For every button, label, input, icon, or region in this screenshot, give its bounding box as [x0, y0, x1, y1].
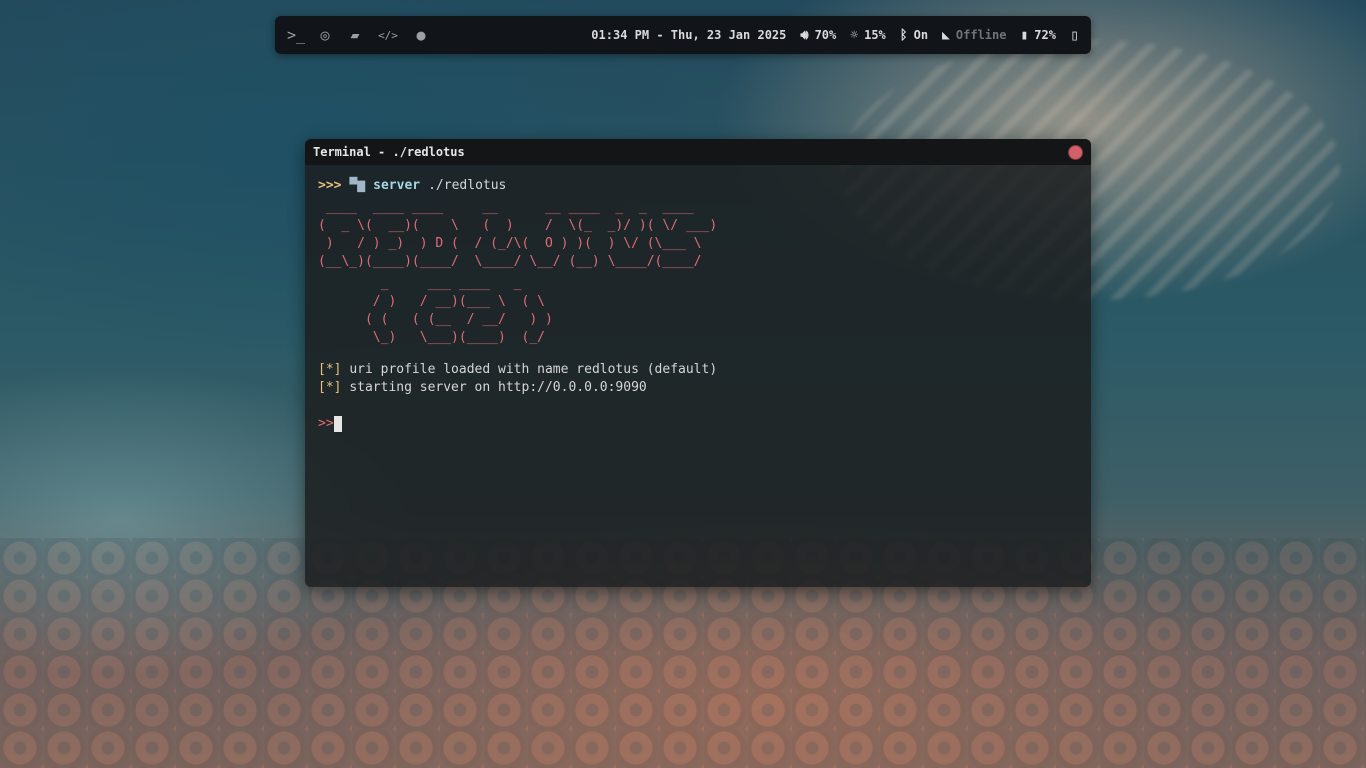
folder-icon[interactable]: ▰ [347, 26, 363, 44]
terminal-title: Terminal - ./redlotus [313, 145, 465, 159]
input-prompt: >> [318, 416, 334, 431]
top-bar: >_ ◎ ▰ </> ● 01:34 PM - Thu, 23 Jan 2025… [275, 16, 1091, 54]
battery-indicator[interactable]: ▮ 72% [1020, 28, 1056, 43]
log-tag: [*] [318, 362, 342, 377]
brightness-value: 15% [864, 28, 886, 42]
prompt-arrows: >>> [318, 178, 342, 193]
command-name: server [373, 178, 421, 193]
battery-value: 72% [1034, 28, 1056, 42]
bluetooth-indicator[interactable]: ᛒ On [900, 28, 928, 43]
launcher-group: >_ ◎ ▰ </> ● [287, 26, 429, 44]
brightness-icon: ☼ [850, 27, 859, 43]
command-prompt-line: >>> ▀▆ server ./redlotus [318, 177, 1078, 195]
input-line[interactable]: >> [318, 415, 1078, 433]
bluetooth-icon: ᛒ [899, 27, 908, 43]
log-output: [*] uri profile loaded with name redlotu… [318, 361, 1078, 397]
code-icon[interactable]: </> [377, 29, 399, 42]
terminal-body[interactable]: >>> ▀▆ server ./redlotus ____ ____ ____ … [305, 165, 1091, 445]
wifi-off-icon: ◣ [942, 27, 950, 43]
terminal-window[interactable]: Terminal - ./redlotus >>> ▀▆ server ./re… [305, 139, 1091, 587]
log-line: [*] starting server on http://0.0.0.0:90… [318, 379, 1078, 397]
terminal-icon[interactable]: >_ [287, 26, 305, 44]
brightness-indicator[interactable]: ☼ 15% [850, 28, 886, 43]
log-text: uri profile loaded with name redlotus (d… [349, 362, 718, 377]
speaker-icon: 🔊︎ [800, 27, 809, 43]
network-indicator[interactable]: ◣ Offline [942, 28, 1006, 43]
network-value: Offline [955, 28, 1007, 42]
power-menu-icon[interactable]: ▯ [1070, 26, 1079, 44]
text-cursor[interactable] [333, 416, 342, 432]
ascii-banner-redlotus: ____ ____ ____ __ __ ____ _ _ ____ ( _ \… [318, 200, 718, 269]
terminal-titlebar[interactable]: Terminal - ./redlotus [305, 139, 1091, 165]
ascii-banner-c2: _ ___ ____ _ / ) / __)(___ \ ( \ ( ( ( (… [364, 276, 553, 345]
battery-icon: ▮ [1020, 27, 1029, 43]
clock[interactable]: 01:34 PM - Thu, 23 Jan 2025 [591, 28, 786, 42]
volume-indicator[interactable]: 🔊︎ 70% [800, 28, 836, 43]
command-args: ./redlotus [428, 178, 507, 193]
close-button[interactable] [1068, 144, 1083, 160]
bluetooth-value: On [913, 28, 929, 42]
log-tag: [*] [318, 380, 342, 395]
log-line: [*] uri profile loaded with name redlotu… [318, 361, 1078, 379]
chat-icon[interactable]: ● [413, 26, 429, 44]
status-area: 01:34 PM - Thu, 23 Jan 2025 🔊︎ 70% ☼ 15%… [591, 26, 1079, 44]
folder-icon: ▀▆ [349, 178, 366, 193]
volume-value: 70% [814, 28, 837, 42]
log-text: starting server on http://0.0.0.0:9090 [349, 380, 647, 395]
browser-icon[interactable]: ◎ [317, 26, 333, 44]
